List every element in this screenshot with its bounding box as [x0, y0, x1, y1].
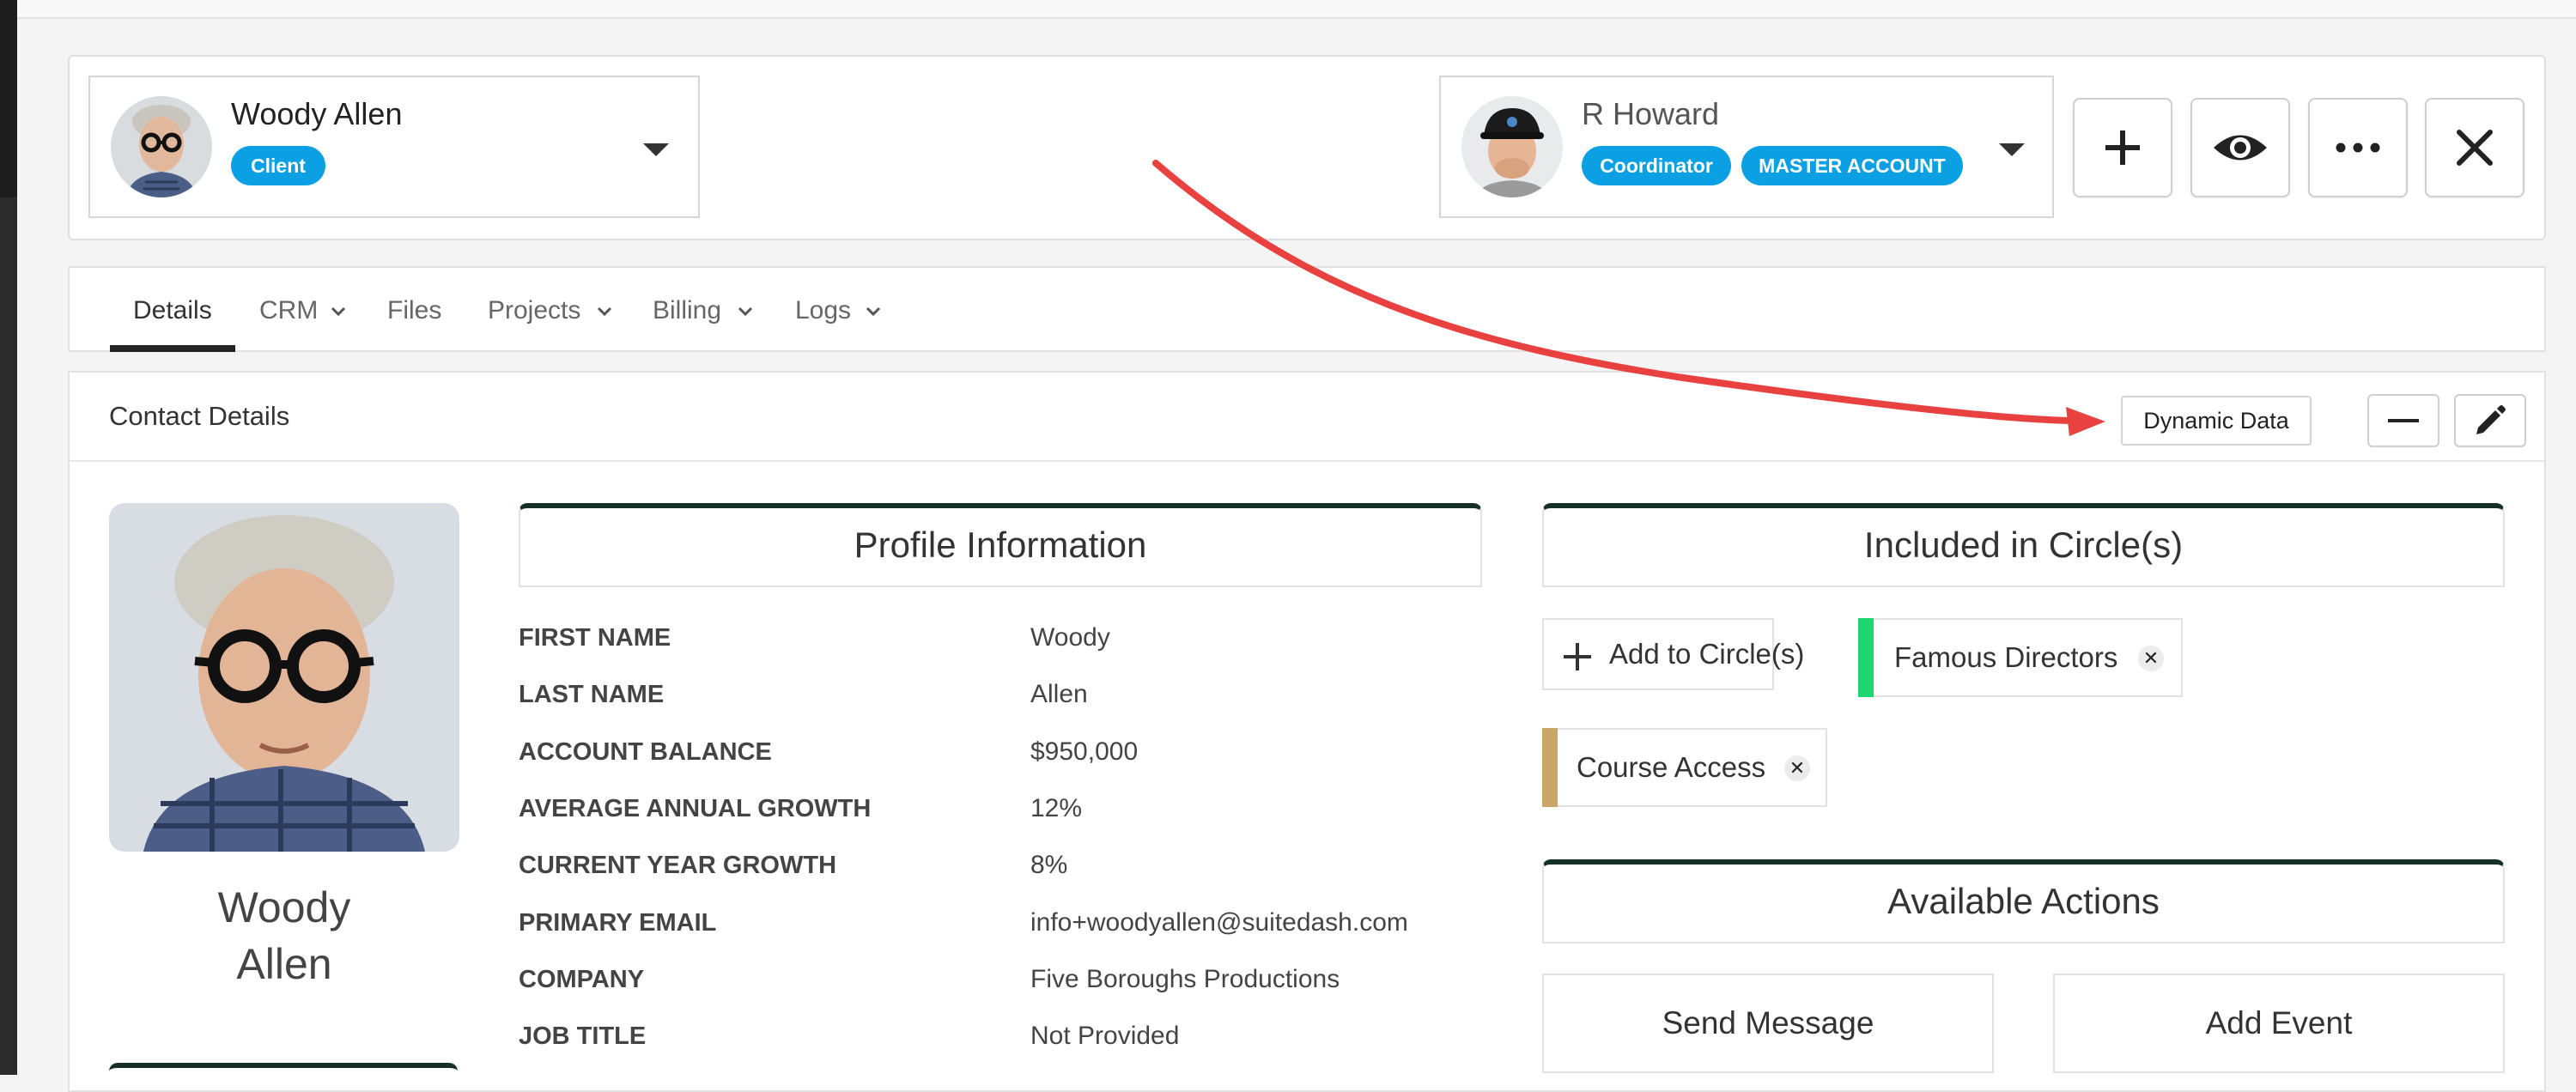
- field-value-company: Five Boroughs Productions: [1030, 965, 1340, 993]
- client-name: Woody Allen: [231, 96, 403, 131]
- add-button[interactable]: [2073, 98, 2172, 197]
- remove-icon[interactable]: ✕: [1784, 755, 1810, 781]
- tab-details[interactable]: Details: [133, 296, 212, 325]
- circle-color-bar: [1542, 728, 1558, 807]
- field-value-last-name: Allen: [1030, 680, 1088, 708]
- tab-billing[interactable]: Billing: [653, 296, 721, 325]
- chevron-down-icon[interactable]: [330, 306, 347, 318]
- dynamic-data-button[interactable]: Dynamic Data: [2121, 396, 2312, 446]
- top-bar: [17, 0, 2576, 19]
- field-value-account-balance: $950,000: [1030, 737, 1139, 766]
- field-label-current-year-growth: CURRENT YEAR GROWTH: [519, 852, 837, 879]
- window-edge-notch: [0, 197, 17, 1075]
- preview-button[interactable]: [2190, 98, 2290, 197]
- add-to-circles-button[interactable]: Add to Circle(s): [1542, 618, 1804, 690]
- field-value-current-year-growth: 8%: [1030, 851, 1068, 879]
- client-role-badge: Client: [231, 146, 325, 185]
- client-selector[interactable]: Woody Allen Client: [88, 76, 700, 218]
- field-value-average-annual-growth: 12%: [1030, 794, 1083, 822]
- field-label-primary-email: PRIMARY EMAIL: [519, 909, 717, 937]
- window-left-edge: [0, 0, 17, 1075]
- contact-last-name: Allen: [236, 940, 332, 988]
- user-avatar: [1461, 96, 1563, 197]
- contact-name-caption: Woody Allen: [109, 879, 459, 992]
- circle-label: Course Access: [1577, 751, 1766, 783]
- remove-icon[interactable]: ✕: [2138, 646, 2164, 671]
- field-label-first-name: FIRST NAME: [519, 624, 671, 652]
- edit-button[interactable]: [2454, 394, 2526, 447]
- active-tab-indicator: [110, 345, 235, 352]
- plus-icon: [1564, 643, 1591, 670]
- send-message-button[interactable]: Send Message: [1542, 974, 1994, 1073]
- eye-icon: [2214, 135, 2267, 161]
- client-avatar: [111, 96, 212, 197]
- circle-chip-famous-directors: Famous Directors ✕: [1858, 618, 2183, 697]
- field-label-job-title: JOB TITLE: [519, 1022, 647, 1050]
- ellipsis-icon: [2336, 143, 2380, 153]
- field-value-primary-email: info+woodyallen@suitedash.com: [1030, 908, 1408, 937]
- coordinator-badge: Coordinator: [1582, 146, 1731, 185]
- add-to-circles-label: Add to Circle(s): [1609, 638, 1805, 670]
- field-label-last-name: LAST NAME: [519, 681, 665, 708]
- add-event-button[interactable]: Add Event: [2053, 974, 2505, 1073]
- close-icon: [2457, 130, 2493, 166]
- contact-first-name: Woody: [217, 883, 351, 931]
- circle-chip-course-access: Course Access ✕: [1542, 728, 1827, 807]
- tab-files[interactable]: Files: [387, 296, 441, 325]
- chevron-down-icon[interactable]: [737, 306, 754, 318]
- circle-color-bar: [1858, 618, 1874, 697]
- more-options-button[interactable]: [2308, 98, 2408, 197]
- chevron-down-icon[interactable]: [596, 306, 613, 318]
- master-account-badge: MASTER ACCOUNT: [1741, 146, 1963, 185]
- profile-information-header: Profile Information: [519, 503, 1482, 587]
- section-header-edge: [109, 1063, 458, 1075]
- field-label-company: COMPANY: [519, 966, 645, 993]
- chevron-down-icon[interactable]: [1999, 143, 2025, 156]
- field-value-first-name: Woody: [1030, 623, 1110, 652]
- plus-icon: [2105, 130, 2140, 165]
- field-label-account-balance: ACCOUNT BALANCE: [519, 738, 772, 766]
- chevron-down-icon[interactable]: [643, 143, 669, 156]
- available-actions-header: Available Actions: [1542, 859, 2505, 943]
- circle-label: Famous Directors: [1894, 641, 2118, 673]
- pencil-icon: [2476, 405, 2506, 434]
- user-name: R Howard: [1582, 96, 1720, 131]
- close-button[interactable]: [2425, 98, 2524, 197]
- contact-details-title: Contact Details: [109, 401, 290, 431]
- tab-projects[interactable]: Projects: [488, 296, 580, 325]
- current-user-selector[interactable]: R Howard Coordinator MASTER ACCOUNT: [1439, 76, 2054, 218]
- included-circles-header: Included in Circle(s): [1542, 503, 2505, 587]
- tab-logs[interactable]: Logs: [795, 296, 851, 325]
- divider: [70, 460, 2544, 462]
- tab-crm[interactable]: CRM: [259, 296, 318, 325]
- minus-icon: [2388, 419, 2419, 422]
- chevron-down-icon[interactable]: [865, 306, 882, 318]
- field-label-average-annual-growth: AVERAGE ANNUAL GROWTH: [519, 795, 872, 822]
- contact-photo: [109, 503, 459, 852]
- field-value-job-title: Not Provided: [1030, 1022, 1180, 1050]
- collapse-button[interactable]: [2367, 394, 2439, 447]
